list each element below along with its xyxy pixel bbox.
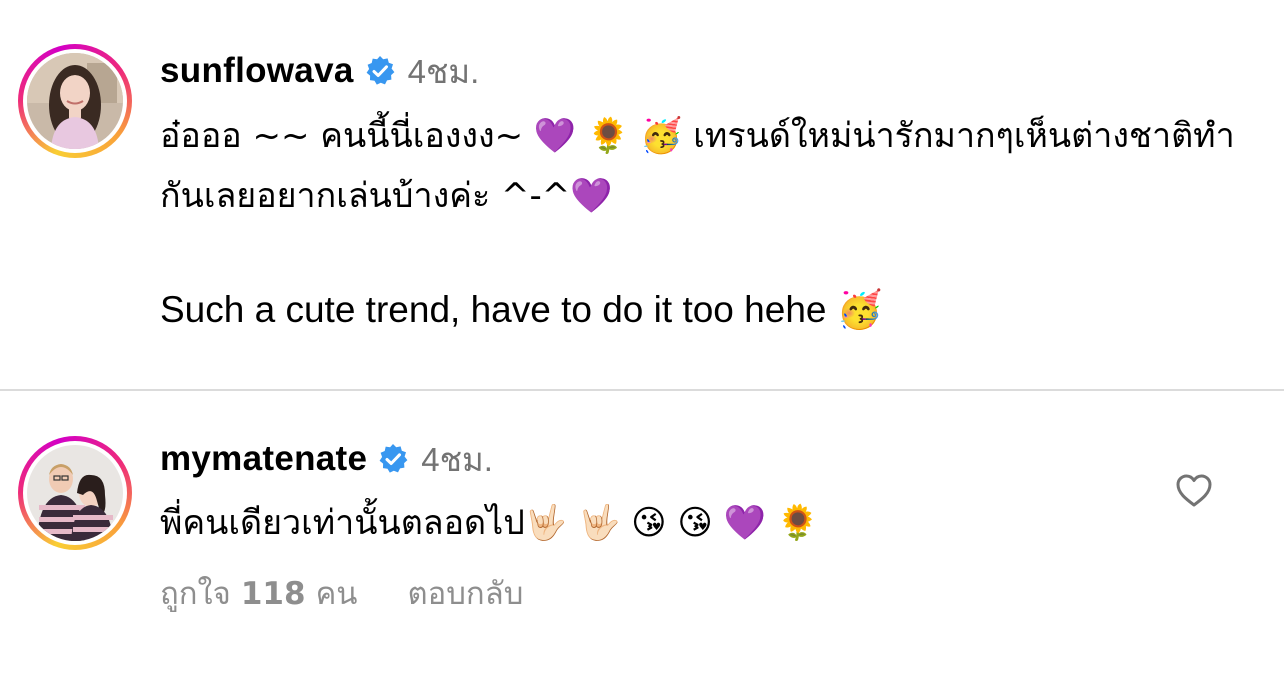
username[interactable]: sunflowava <box>160 51 354 91</box>
likes-suffix: คน <box>315 576 358 612</box>
comment-mymatenate: mymatenate 4ชม. พี่คนเดียวเท่านั้นตลอดไป… <box>0 391 1284 679</box>
timestamp[interactable]: 4ชม. <box>421 433 493 486</box>
avatar[interactable] <box>27 445 123 541</box>
likes-label[interactable]: ถูกใจ 118 คน <box>160 568 358 618</box>
comment-footer: ถูกใจ 118 คน ตอบกลับ <box>160 571 523 615</box>
comment-text-english: Such a cute trend, have to do it too heh… <box>160 289 883 330</box>
username[interactable]: mymatenate <box>160 439 367 479</box>
story-ring[interactable] <box>18 436 132 550</box>
comment-text-thai: อ๋อออ ~~ คนนี้นี่เองงง~ 💜 🌻 🥳 เทรนด์ใหม่… <box>160 116 1235 216</box>
likes-prefix: ถูกใจ <box>160 576 231 612</box>
heart-outline-icon[interactable] <box>1174 471 1214 511</box>
avatar[interactable] <box>27 53 123 149</box>
verified-badge-icon <box>377 443 409 475</box>
likes-count: 118 <box>240 576 306 612</box>
story-ring[interactable] <box>18 44 132 158</box>
comment-sunflowava: sunflowava 4ชม. อ๋อออ ~~ คนนี้นี่เองงง~ … <box>0 0 1284 390</box>
comment-text: พี่คนเดียวเท่านั้นตลอดไป🤟🏻 🤟🏻 😘 😘 💜 🌻 <box>160 503 820 543</box>
timestamp[interactable]: 4ชม. <box>408 45 480 98</box>
reply-button[interactable]: ตอบกลับ <box>408 568 524 618</box>
verified-badge-icon <box>364 55 396 87</box>
